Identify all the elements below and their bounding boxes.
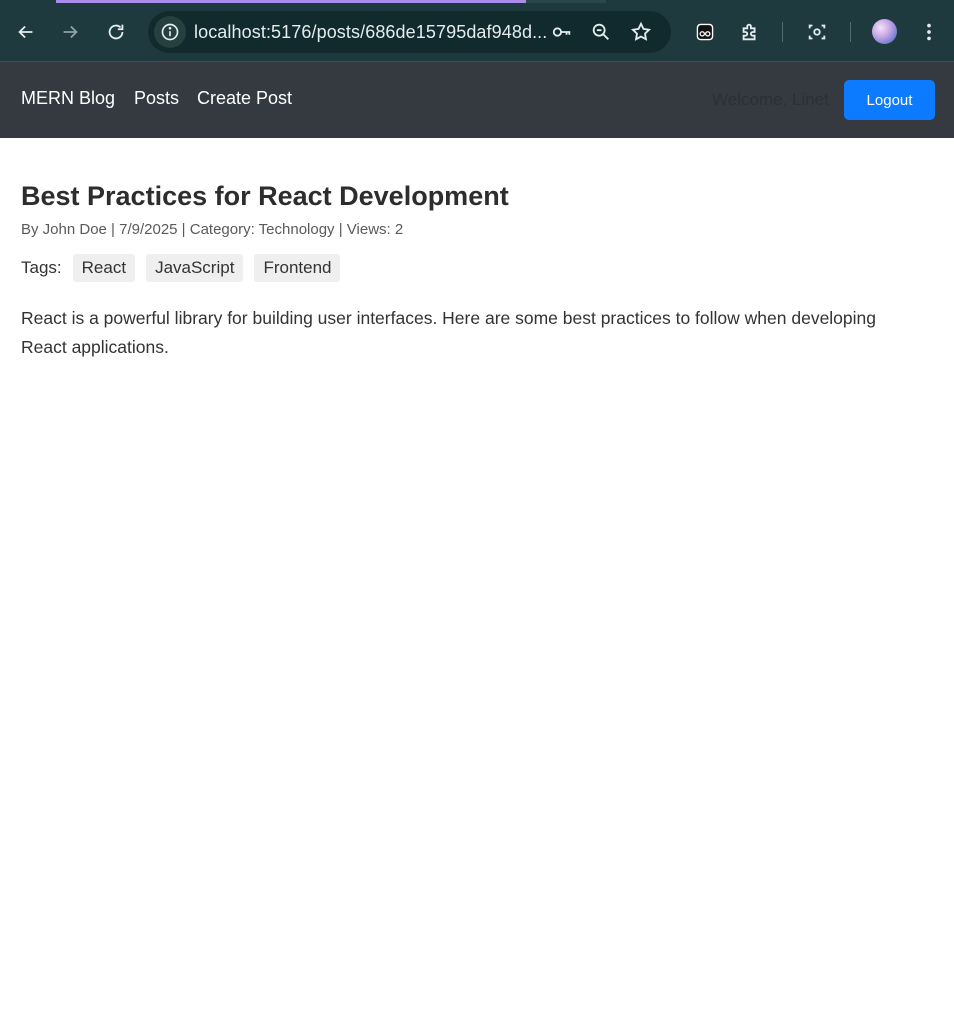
toolbar-separator xyxy=(782,22,783,42)
zoom-icon[interactable] xyxy=(588,19,614,45)
star-icon[interactable] xyxy=(628,19,654,45)
toolbar-separator xyxy=(850,22,851,42)
key-icon[interactable] xyxy=(549,19,575,45)
tag-react: React xyxy=(72,254,136,282)
welcome-text: Welcome, Linet xyxy=(712,90,829,109)
address-bar[interactable]: localhost:5176/posts/686de15795daf948d..… xyxy=(148,11,671,53)
incognito-icon[interactable] xyxy=(687,14,723,50)
nav-link-create-post[interactable]: Create Post xyxy=(197,88,292,109)
app-navbar: MERN Blog Posts Create Post Welcome, Lin… xyxy=(0,62,954,138)
tab-edge xyxy=(526,0,606,3)
post-meta: By John Doe | 7/9/2025 | Category: Techn… xyxy=(21,221,404,238)
forward-arrow-icon[interactable] xyxy=(52,14,88,50)
more-vert-icon[interactable] xyxy=(911,14,947,50)
post-content: React is a powerful library for building… xyxy=(21,308,877,357)
profile-avatar[interactable] xyxy=(872,19,897,44)
post-detail: Best Practices for React Development By … xyxy=(21,178,933,380)
browser-toolbar: localhost:5176/posts/686de15795daf948d..… xyxy=(0,0,954,62)
logout-button[interactable]: Logout xyxy=(844,80,935,120)
info-icon[interactable] xyxy=(154,16,186,48)
reload-icon[interactable] xyxy=(98,14,134,50)
loading-progress-bar xyxy=(56,0,526,3)
nav-link-posts[interactable]: Posts xyxy=(134,88,179,109)
tags-label: Tags: xyxy=(21,258,62,277)
camera-search-icon[interactable] xyxy=(799,14,835,50)
post-title: Best Practices for React Development xyxy=(21,181,509,211)
url-text[interactable]: localhost:5176/posts/686de15795daf948d..… xyxy=(194,22,547,43)
puzzle-icon[interactable] xyxy=(732,14,768,50)
brand-link[interactable]: MERN Blog xyxy=(21,88,115,109)
tag-frontend: Frontend xyxy=(254,254,341,282)
tag-list: Tags: React JavaScript Frontend xyxy=(21,254,933,282)
back-arrow-icon[interactable] xyxy=(8,14,44,50)
tag-javascript: JavaScript xyxy=(146,254,244,282)
